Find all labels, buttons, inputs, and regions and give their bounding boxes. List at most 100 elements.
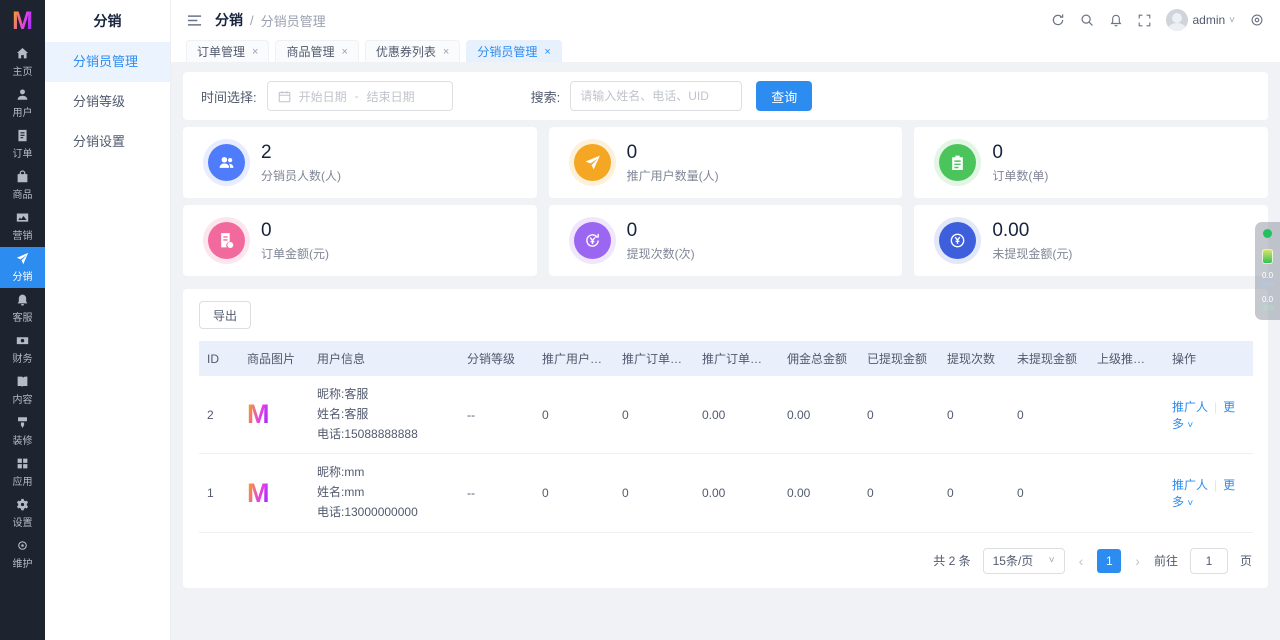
user-nickname: 昵称:mm: [317, 463, 451, 483]
distributor-table-card: 导出 ID 商品图片 用户信息 分销等级 推广用户数量 推广订单数量 推广: [183, 289, 1268, 588]
stat-label: 推广用户数量(人): [627, 167, 719, 184]
export-button[interactable]: 导出: [199, 301, 251, 329]
col-user-info: 用户信息: [309, 341, 459, 376]
tab-distributor-manage[interactable]: 分销员管理 ×: [466, 40, 561, 62]
col-promo-order-amount: 推广订单金额: [694, 341, 779, 376]
refresh-icon[interactable]: [1051, 13, 1065, 27]
cell-level: --: [459, 376, 534, 454]
close-icon[interactable]: ×: [544, 46, 550, 58]
sidebar-item-label: 主页: [13, 63, 33, 78]
cell-id: 2: [199, 376, 239, 454]
notification-bell-icon[interactable]: [1109, 13, 1123, 27]
tab-product-manage[interactable]: 商品管理 ×: [275, 40, 358, 62]
gear-icon: [16, 498, 29, 511]
breadcrumb-section[interactable]: 分销: [215, 10, 243, 30]
sidebar-item-order[interactable]: 订单: [0, 124, 45, 165]
sidebar-item-maintain[interactable]: 维护: [0, 534, 45, 575]
sidebar-item-label: 商品: [13, 186, 33, 201]
tab-coupon-list[interactable]: 优惠券列表 ×: [365, 40, 460, 62]
search-icon[interactable]: [1080, 13, 1094, 27]
sidebar-item-label: 内容: [13, 391, 33, 406]
sidebar-item-label: 客服: [13, 309, 33, 324]
cell-unwithdrawn-amount: 0: [1009, 376, 1089, 454]
time-filter-label: 时间选择:: [201, 87, 257, 106]
chevron-down-icon[interactable]: ˅: [1187, 420, 1193, 431]
sidebar-item-content[interactable]: 内容: [0, 370, 45, 411]
tab-order-manage[interactable]: 订单管理 ×: [186, 40, 269, 62]
collapse-menu-icon[interactable]: [187, 13, 202, 28]
invoice-money-icon: [208, 222, 245, 259]
breadcrumb-separator: /: [250, 13, 254, 28]
tab-label: 优惠券列表: [376, 43, 436, 60]
col-id: ID: [199, 341, 239, 376]
theme-settings-icon[interactable]: [1250, 13, 1264, 27]
user-nickname: 昵称:客服: [317, 385, 451, 405]
sidebar-item-apps[interactable]: 应用: [0, 452, 45, 493]
topbar: 分销 / 分销员管理 admin ˅: [171, 0, 1280, 40]
cell-actions: 推广人|更多 ˅: [1164, 376, 1253, 454]
send-icon: [16, 252, 29, 265]
tab-label: 分销员管理: [477, 43, 537, 60]
cell-promo-users: 0: [534, 454, 614, 532]
chevron-down-icon: ˅: [1049, 555, 1055, 566]
user-name-line: 姓名:客服: [317, 405, 451, 425]
sidebar-item-home[interactable]: 主页: [0, 42, 45, 83]
user-menu[interactable]: admin ˅: [1166, 9, 1235, 31]
cell-promo-order-amount: 0.00: [694, 454, 779, 532]
stat-value: 0: [261, 220, 329, 242]
cell-user-info: 昵称:客服 姓名:客服 电话:15088888888: [309, 376, 459, 454]
primary-sidebar: M 主页 用户 订单 商品 营销 分销 客服 财务 内容 装修 应用: [0, 0, 45, 640]
sidebar-item-product[interactable]: 商品: [0, 165, 45, 206]
sidebar-item-label: 设置: [13, 514, 33, 529]
sidebar-item-user[interactable]: 用户: [0, 83, 45, 124]
col-parent-promoter: 上级推广人: [1089, 341, 1164, 376]
send-icon: [574, 144, 611, 181]
download-speed: 0.0 ↓K/s: [1261, 296, 1275, 312]
search-input[interactable]: [570, 81, 742, 111]
page-number-1[interactable]: 1: [1097, 549, 1121, 573]
prev-page-icon[interactable]: ‹: [1077, 553, 1086, 569]
cell-user-info: 昵称:mm 姓名:mm 电话:13000000000: [309, 454, 459, 532]
submenu-item-distribution-level[interactable]: 分销等级: [45, 82, 170, 122]
breadcrumb-page: 分销员管理: [261, 11, 326, 30]
cell-level: --: [459, 454, 534, 532]
submenu-item-distributor-manage[interactable]: 分销员管理: [45, 42, 170, 82]
sidebar-item-label: 营销: [13, 227, 33, 242]
submenu-item-distribution-settings[interactable]: 分销设置: [45, 122, 170, 162]
promoter-link[interactable]: 推广人: [1172, 478, 1208, 492]
sidebar-item-marketing[interactable]: 营销: [0, 206, 45, 247]
clipboard-icon: [939, 144, 976, 181]
close-icon[interactable]: ×: [252, 46, 258, 58]
page-size-select[interactable]: 15条/页 ˅: [983, 548, 1065, 574]
sidebar-item-settings[interactable]: 设置: [0, 493, 45, 534]
open-tabs-bar: 订单管理 × 商品管理 × 优惠券列表 × 分销员管理 ×: [171, 40, 1280, 62]
cell-id: 1: [199, 454, 239, 532]
sidebar-item-distribution[interactable]: 分销: [0, 247, 45, 288]
cell-commission-total: 0.00: [779, 454, 859, 532]
promoter-link[interactable]: 推广人: [1172, 400, 1208, 414]
cell-withdraw-count: 0: [939, 376, 1009, 454]
user-phone: 电话:13000000000: [317, 503, 451, 523]
query-button[interactable]: 查询: [756, 81, 812, 111]
secondary-sidebar: 分销 分销员管理 分销等级 分销设置: [45, 0, 171, 640]
chevron-down-icon[interactable]: ˅: [1187, 498, 1193, 509]
fullscreen-icon[interactable]: [1138, 14, 1151, 27]
status-dot-icon: [1263, 229, 1272, 238]
stat-card-order-amount: 0 订单金额(元): [183, 205, 537, 276]
date-range-picker[interactable]: 开始日期 - 结束日期: [267, 81, 453, 111]
stat-label: 未提现金额(元): [992, 245, 1072, 262]
stat-card-order-count: 0 订单数(单): [914, 127, 1268, 198]
close-icon[interactable]: ×: [341, 46, 347, 58]
network-monitor-overlay: 0.0 ↑K/s 0.0 ↓K/s: [1255, 222, 1280, 320]
sidebar-item-service[interactable]: 客服: [0, 288, 45, 329]
col-promo-orders: 推广订单数量: [614, 341, 694, 376]
sidebar-item-finance[interactable]: 财务: [0, 329, 45, 370]
stat-card-withdraw-count: 0 提现次数(次): [549, 205, 903, 276]
chevron-down-icon: ˅: [1229, 15, 1235, 26]
goto-page-input[interactable]: [1190, 548, 1228, 574]
user-avatar-logo: M: [247, 401, 270, 428]
cell-withdrawn-amount: 0: [859, 454, 939, 532]
close-icon[interactable]: ×: [443, 46, 449, 58]
sidebar-item-decorate[interactable]: 装修: [0, 411, 45, 452]
next-page-icon[interactable]: ›: [1133, 553, 1142, 569]
